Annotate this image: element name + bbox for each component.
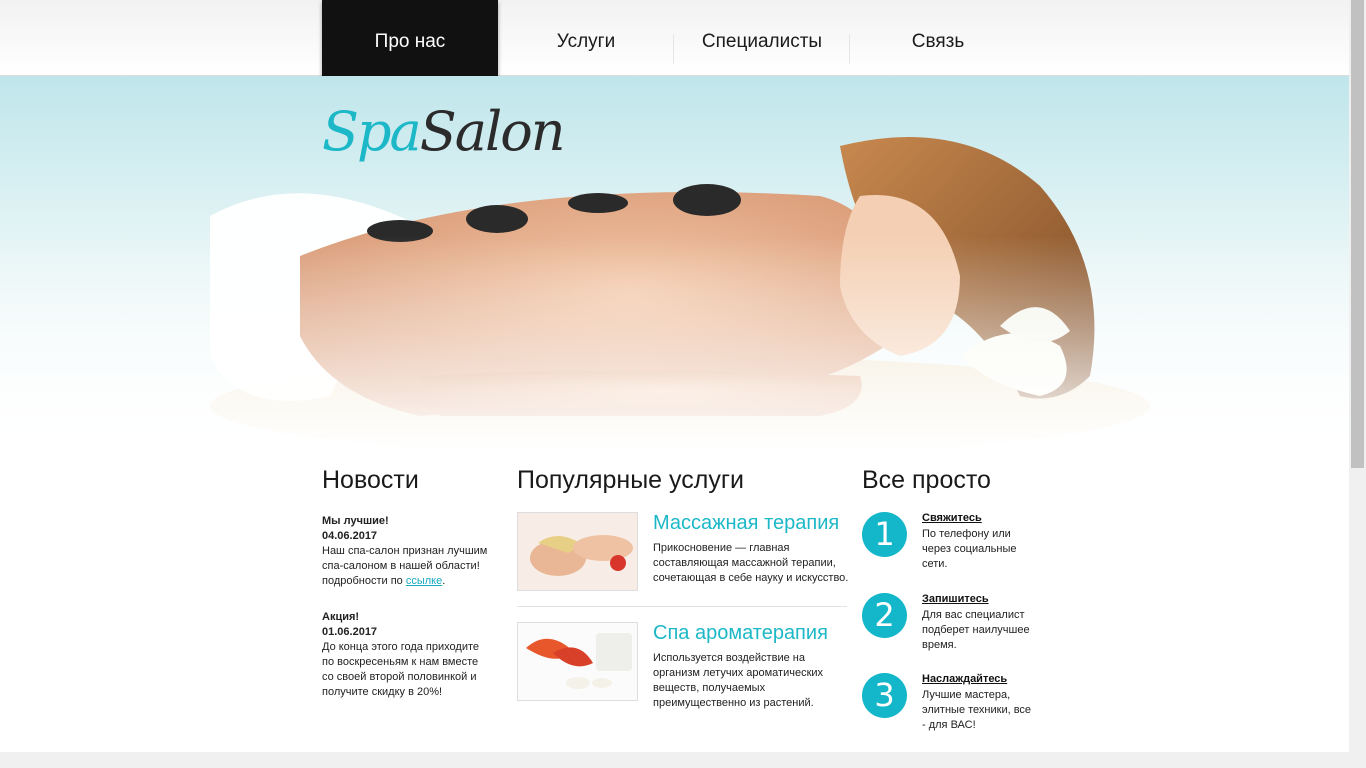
step-number-icon: 3 [862,673,907,718]
nav-item-contact[interactable]: Связь [850,0,1026,85]
news-item: Мы лучшие! 04.06.2017 Наш спа-салон приз… [322,514,492,589]
vertical-scrollbar[interactable] [1349,0,1366,768]
step-number-icon: 2 [862,593,907,638]
news-item: Акция! 01.06.2017 До конца этого года пр… [322,610,492,700]
logo-salon: Salon [419,100,566,163]
nav-item-services[interactable]: Услуги [498,0,674,85]
steps-heading: Все просто [862,466,991,494]
service-desc: Прикосновение — главная составляющая мас… [653,542,849,584]
step-desc: Лучшие мастера, элитные техники, все - д… [922,689,1032,731]
logo[interactable]: SpaSalon [322,100,566,163]
scrollbar-thumb[interactable] [1351,0,1364,468]
step-title-link[interactable]: Наслаждайтесь [922,673,1007,685]
footer-bar [0,752,1349,768]
services-divider [517,606,847,607]
nav-item-about[interactable]: Про нас [322,0,498,85]
news-heading: Новости [322,466,419,494]
step-title-link[interactable]: Запишитесь [922,593,989,605]
news-date: 04.06.2017 [322,530,378,542]
news-list: Мы лучшие! 04.06.2017 Наш спа-салон приз… [322,514,492,721]
step-title-link[interactable]: Свяжитесь [922,512,982,524]
service-desc: Используется воздействие на организм лет… [653,652,824,709]
news-link[interactable]: ссылке [406,575,442,587]
news-text: До конца этого года приходите по воскрес… [322,641,480,698]
aroma-thumbnail[interactable] [517,622,638,701]
logo-spa: Spa [322,100,422,163]
step-desc: Для вас специалист подберет наилучшее вр… [922,609,1030,651]
nav-label: Услуги [556,30,616,52]
hero-banner [0,76,1349,466]
content-area: Новости Мы лучшие! 04.06.2017 Наш спа-са… [0,466,1349,752]
step-desc: По телефону или через социальные сети. [922,528,1017,570]
main-nav: Про нас Услуги Специалисты Связь [322,0,1026,85]
news-title: Мы лучшие! [322,515,389,527]
service-title[interactable]: Спа ароматерапия [653,622,828,645]
nav-label: Специалисты [701,30,823,52]
news-text-end: . [442,575,446,587]
massage-thumbnail[interactable] [517,512,638,591]
hero-fade [0,236,1349,466]
step-number-icon: 1 [862,512,907,557]
nav-item-specialists[interactable]: Специалисты [674,0,850,85]
news-date: 01.06.2017 [322,626,378,638]
services-heading: Популярные услуги [517,466,744,494]
news-title: Акция! [322,611,360,623]
service-title[interactable]: Массажная терапия [653,512,839,535]
news-text: Наш спа-салон признан лучшим спа-салоном… [322,545,488,587]
